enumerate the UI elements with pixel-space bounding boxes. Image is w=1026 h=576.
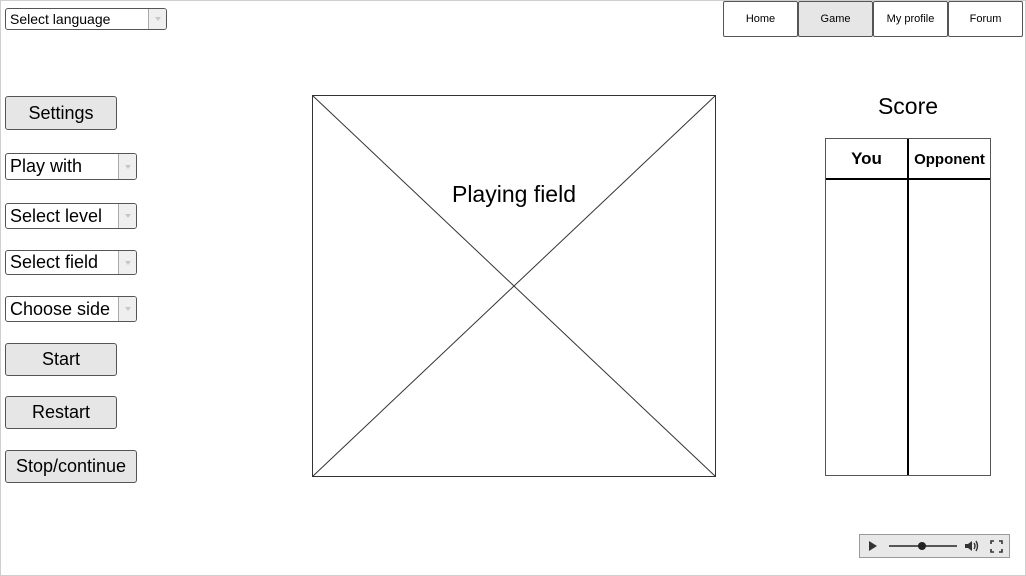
select-field-label: Select field bbox=[10, 252, 99, 272]
fullscreen-icon[interactable] bbox=[990, 539, 1003, 553]
tab-forum[interactable]: Forum bbox=[948, 1, 1023, 37]
tab-game-label: Game bbox=[820, 13, 851, 25]
tab-my-profile[interactable]: My profile bbox=[873, 1, 948, 37]
start-button[interactable]: Start bbox=[5, 343, 117, 376]
tab-home[interactable]: Home bbox=[723, 1, 798, 37]
language-select[interactable]: Select language bbox=[5, 8, 167, 30]
score-header-opponent: Opponent bbox=[914, 150, 985, 168]
play-with-select[interactable]: Play with bbox=[5, 153, 137, 180]
chevron-down-icon[interactable] bbox=[118, 204, 136, 228]
chevron-down-icon[interactable] bbox=[148, 9, 166, 29]
volume-icon[interactable] bbox=[964, 539, 980, 553]
media-progress-knob[interactable] bbox=[918, 542, 926, 550]
choose-side-label: Choose side bbox=[10, 298, 111, 319]
score-table: You Opponent bbox=[825, 138, 991, 476]
select-level-label: Select level bbox=[10, 205, 103, 226]
stop-continue-button-label: Stop/continue bbox=[15, 456, 127, 476]
score-header-you: You bbox=[851, 149, 882, 168]
choose-side-select[interactable]: Choose side bbox=[5, 296, 137, 322]
score-column-divider bbox=[907, 139, 909, 475]
select-level-select[interactable]: Select level bbox=[5, 203, 137, 229]
top-nav: Home Game My profile Forum bbox=[723, 1, 1023, 37]
restart-button[interactable]: Restart bbox=[5, 396, 117, 429]
tab-game[interactable]: Game bbox=[798, 1, 873, 37]
stop-continue-button[interactable]: Stop/continue bbox=[5, 450, 137, 483]
settings-button[interactable]: Settings bbox=[5, 96, 117, 130]
chevron-down-icon[interactable] bbox=[118, 154, 136, 179]
start-button-label: Start bbox=[41, 349, 80, 369]
playing-field-placeholder bbox=[312, 95, 716, 477]
media-progress-track[interactable] bbox=[889, 542, 957, 550]
tab-forum-label: Forum bbox=[969, 13, 1002, 25]
play-with-label: Play with bbox=[10, 156, 83, 176]
restart-button-label: Restart bbox=[31, 402, 91, 422]
media-player bbox=[859, 534, 1010, 558]
language-select-label: Select language bbox=[10, 11, 111, 27]
playing-field[interactable]: Playing field bbox=[312, 95, 716, 477]
play-icon[interactable] bbox=[869, 541, 877, 551]
settings-button-label: Settings bbox=[28, 102, 94, 123]
tab-my-profile-label: My profile bbox=[886, 13, 935, 25]
tab-home-label: Home bbox=[745, 13, 776, 25]
chevron-down-icon[interactable] bbox=[118, 251, 136, 274]
chevron-down-icon[interactable] bbox=[118, 297, 136, 321]
score-title: Score bbox=[877, 93, 939, 119]
playing-field-label: Playing field bbox=[451, 181, 577, 207]
select-field-select[interactable]: Select field bbox=[5, 250, 137, 275]
